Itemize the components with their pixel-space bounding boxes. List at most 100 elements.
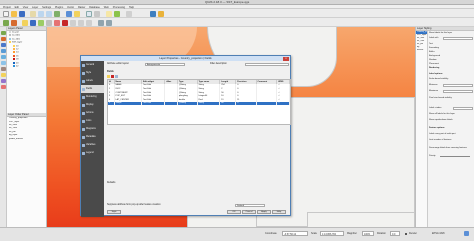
delete-icon[interactable] <box>62 19 68 26</box>
sidebar-item-variables[interactable]: Variables <box>81 141 104 149</box>
node-tool-icon[interactable] <box>54 19 60 26</box>
add-postgis-icon[interactable] <box>1 43 6 47</box>
magnifier-spinbox[interactable]: 100% <box>362 231 374 236</box>
sidebar-item-display[interactable]: Display <box>81 101 104 109</box>
add-wms-icon[interactable] <box>1 55 6 59</box>
open-project-icon[interactable] <box>11 10 17 17</box>
python-icon[interactable] <box>150 10 156 17</box>
sidebar-item-diagrams[interactable]: Diagrams <box>81 125 104 133</box>
maximum-scale-input[interactable] <box>443 89 473 93</box>
label-icon[interactable] <box>106 10 112 17</box>
tab-placement[interactable]: Placement <box>429 63 439 65</box>
add-csv-icon[interactable] <box>1 67 6 71</box>
add-wfs-icon[interactable] <box>1 61 6 65</box>
add-feature-icon[interactable] <box>38 19 44 26</box>
z-index-input[interactable] <box>453 106 473 110</box>
tab-rendering[interactable]: Rendering <box>429 67 439 69</box>
filter-input[interactable] <box>245 62 289 66</box>
sidebar-item-joins[interactable]: Joins <box>81 117 104 125</box>
dialog-title: Layer Properties - Country_projection | … <box>159 57 212 60</box>
close-button[interactable]: x <box>283 56 289 61</box>
show-all-labels-option[interactable]: Show all labels for this layer <box>429 113 455 115</box>
sidebar-item-metadata[interactable]: Metadata <box>81 133 104 141</box>
cancel-button[interactable]: Cancel <box>242 210 256 214</box>
scale-select[interactable]: 1:13,866,784 <box>320 231 344 236</box>
refresh-icon[interactable] <box>114 10 120 17</box>
sidebar-item-style[interactable]: Style <box>81 69 104 77</box>
zoom-out-icon[interactable] <box>46 10 52 17</box>
sidebar-item-general[interactable]: General <box>81 61 104 69</box>
new-project-icon[interactable] <box>3 10 9 17</box>
move-feature-icon[interactable] <box>46 19 52 26</box>
paste-icon[interactable] <box>86 19 92 26</box>
add-raster-layer-icon[interactable] <box>1 37 6 41</box>
apply-button[interactable]: Apply <box>257 210 271 214</box>
tab-formatting[interactable]: Formatting <box>429 47 439 49</box>
crs-status[interactable]: EPSG:4326 <box>432 232 445 235</box>
select-icon[interactable] <box>74 10 80 17</box>
zoom-full-icon[interactable] <box>54 10 60 17</box>
scale-visibility-option[interactable]: Scale-based visibility <box>429 78 448 80</box>
layer-order-item[interactable]: global_mosaic <box>7 138 46 141</box>
tab-text[interactable]: Text <box>429 43 433 45</box>
table-cell: Shape <box>114 101 142 106</box>
discourage-cover-option[interactable]: Discourage labels from covering features <box>429 147 467 149</box>
add-virtual-layer-icon[interactable] <box>1 79 6 83</box>
dialog-body: Attribute editor layout Autogenerate Fil… <box>105 62 291 216</box>
dialog-sidebar: General Style Labels Fields Rendering Di… <box>81 61 104 217</box>
sidebar-item-labels[interactable]: Labels <box>81 77 104 85</box>
sidebar-item-actions[interactable]: Actions <box>81 109 104 117</box>
rotation-spinbox[interactable]: 0.0 <box>390 231 400 236</box>
table-cell[interactable]: ✓ <box>276 101 290 106</box>
delete-field-icon[interactable] <box>111 75 114 78</box>
layout-select[interactable]: Autogenerate <box>145 62 185 66</box>
save-project-icon[interactable] <box>19 10 25 17</box>
priority-label: Priority <box>429 155 436 157</box>
ok-button[interactable]: OK <box>227 210 241 214</box>
sidebar-item-fields[interactable]: Fields <box>81 85 104 93</box>
coordinate-display[interactable]: -3.57,56.12 <box>282 231 308 236</box>
table-row[interactable]: 5 Shape Text Edit QString String 80 0 ✓ <box>108 101 290 106</box>
rotation-label: Rotation <box>377 232 386 235</box>
render-checkbox[interactable] <box>405 232 407 235</box>
add-oracle-icon[interactable] <box>1 85 6 89</box>
tab-shadow[interactable]: Shadow <box>429 59 437 61</box>
field-calculator-icon[interactable] <box>115 75 118 78</box>
print-composer-icon[interactable] <box>126 10 132 17</box>
add-spatialite-icon[interactable] <box>1 49 6 53</box>
tab-background[interactable]: Background <box>429 55 440 57</box>
suppress-form-select[interactable]: Default <box>235 203 265 207</box>
priority-slider[interactable] <box>440 156 470 157</box>
undo-icon[interactable] <box>98 19 104 26</box>
new-field-icon[interactable] <box>107 75 110 78</box>
multipart-option[interactable]: Label every part of multi-part <box>429 133 455 135</box>
measure-icon[interactable] <box>94 10 100 17</box>
zoom-in-icon[interactable] <box>38 10 44 17</box>
label-field-select[interactable] <box>443 36 473 40</box>
cut-icon[interactable] <box>70 19 76 26</box>
new-shapefile-icon[interactable] <box>1 73 6 77</box>
redo-icon[interactable] <box>106 19 112 26</box>
add-vector-layer-icon[interactable] <box>1 31 6 35</box>
copy-icon[interactable] <box>78 19 84 26</box>
add-raster-icon[interactable] <box>11 19 17 26</box>
edit-toolbar <box>0 18 474 27</box>
help-button[interactable]: Help <box>272 210 286 214</box>
identify-icon[interactable] <box>66 10 72 17</box>
sidebar-item-rendering[interactable]: Rendering <box>81 93 104 101</box>
messages-icon[interactable] <box>464 231 469 236</box>
save-edits-icon[interactable] <box>30 19 36 26</box>
styling-layer-item[interactable]: mosaic <box>416 49 427 52</box>
plugin-icon[interactable] <box>158 10 164 17</box>
tab-buffer[interactable]: Buffer <box>429 51 435 53</box>
add-vector-icon[interactable] <box>3 19 9 26</box>
style-button[interactable]: Style <box>107 210 121 214</box>
show-labels-option[interactable]: Show labels for this layer <box>429 32 452 34</box>
limit-features-option[interactable]: Limit number of features <box>429 139 451 141</box>
sidebar-item-legend[interactable]: Legend <box>81 149 104 157</box>
attribute-table-icon[interactable] <box>86 10 92 17</box>
minimum-scale-input[interactable] <box>443 83 473 87</box>
pan-icon[interactable] <box>30 10 36 17</box>
toggle-edit-icon[interactable] <box>22 19 28 26</box>
pixel-visibility-option[interactable]: Pixel size based visibility <box>429 97 452 99</box>
